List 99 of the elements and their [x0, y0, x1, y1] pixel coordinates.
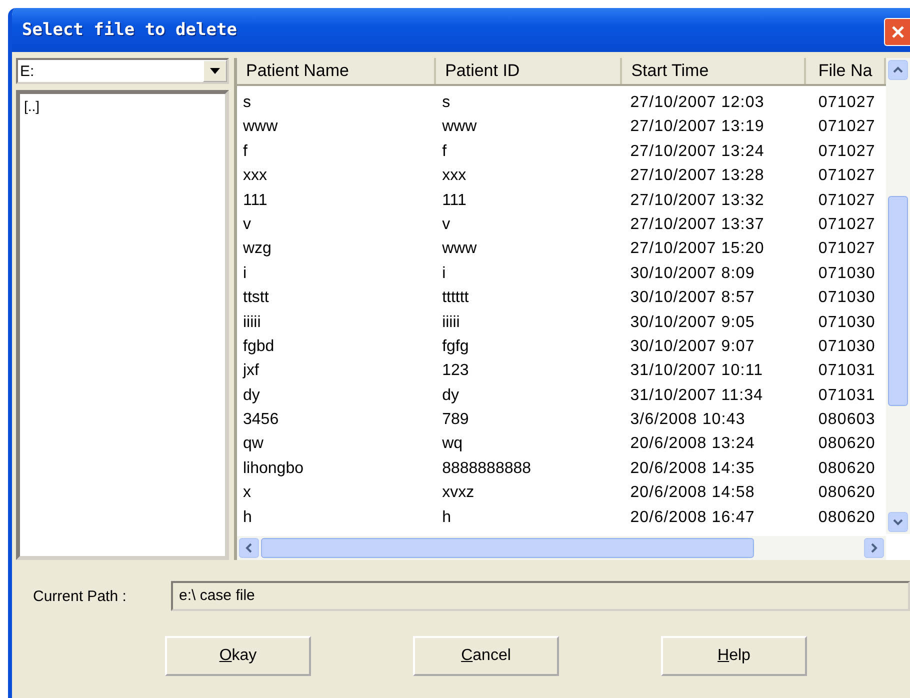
table-cell-text: 071030 — [817, 336, 876, 357]
table-cell-text: 20/6/2008 16:47 — [629, 508, 756, 528]
folder-item[interactable]: [..] — [24, 98, 221, 114]
table-cell-text: 071027 — [817, 142, 876, 162]
table-cell-text: 3456 — [242, 410, 280, 430]
table-cell-text: jxf — [242, 361, 260, 382]
dialog-button[interactable]: Help — [661, 636, 807, 676]
table-cell-text: 3/6/2008 10:43 — [629, 410, 746, 430]
table-cell-text: xxx — [242, 166, 268, 186]
table-cell-text: i — [441, 264, 447, 284]
table-cell-text: 071027 — [817, 166, 876, 186]
table-cell-text: tttttt — [441, 288, 470, 308]
table-cell-text: v — [242, 214, 252, 235]
scroll-thumb[interactable] — [261, 538, 754, 558]
table-cell-text: 071027 — [817, 214, 876, 235]
table-cell-text: 27/10/2007 15:20 — [629, 239, 766, 260]
dialog-button[interactable]: Cancel — [413, 636, 559, 676]
table-cell-text: ttstt — [242, 288, 270, 308]
column-header[interactable]: Start Time — [622, 58, 806, 84]
table-cell-text: dy — [441, 386, 460, 406]
table-cell-text: www — [441, 117, 478, 138]
table-cell-text: 20/6/2008 13:24 — [629, 434, 756, 454]
table-cell-text: xxx — [441, 166, 468, 186]
table-cell-text: 27/10/2007 13:19 — [629, 117, 766, 138]
table-cell-text: f — [242, 142, 248, 162]
scroll-left-button[interactable] — [239, 538, 259, 558]
table-cell-text: 111 — [242, 190, 268, 211]
table-cell-text: 080620 — [817, 458, 876, 479]
table-cell-text: qw — [242, 434, 264, 454]
table-cell-text: fgbd — [242, 336, 276, 357]
table-cell-text: wzg — [242, 239, 272, 260]
vertical-scrollbar[interactable] — [886, 58, 910, 534]
dropdown-button[interactable] — [203, 60, 227, 82]
scroll-up-button[interactable] — [888, 60, 908, 80]
table-cell-text: s — [242, 93, 252, 113]
table-cell-text: wq — [441, 434, 464, 454]
table-cell-text: 111 — [441, 190, 468, 211]
table-cell-text: 071030 — [817, 312, 876, 333]
table-cell-text: 31/10/2007 11:34 — [629, 386, 764, 406]
table-cell-text: 27/10/2007 13:37 — [629, 214, 766, 235]
table-cell-text: v — [441, 214, 452, 235]
dialog-button[interactable]: Okay — [165, 636, 311, 676]
table-cell-text: dy — [242, 386, 261, 406]
window-title: Select file to delete — [22, 20, 237, 40]
table-cell-text: 071031 — [817, 361, 876, 382]
path-field[interactable]: e:\ case file — [171, 581, 910, 611]
table-cell-text: 27/10/2007 13:24 — [629, 142, 766, 162]
table-cell-text: fgfg — [441, 336, 470, 357]
table-cell-text: 27/10/2007 13:28 — [629, 166, 766, 186]
table-cell-text: 30/10/2007 8:09 — [629, 264, 756, 284]
column-header[interactable]: Patient ID — [436, 58, 622, 84]
path-label: Current Path : — [32, 588, 128, 604]
table-cell-text: x — [242, 483, 252, 504]
drive-dropdown[interactable]: E: — [16, 58, 229, 84]
table-cell-text: 071027 — [817, 239, 876, 260]
table-cell-text: 27/10/2007 13:32 — [629, 190, 766, 211]
table-cell-text: 30/10/2007 9:07 — [629, 336, 756, 357]
table-cell-text: 789 — [441, 410, 470, 430]
table-cell-text: 123 — [441, 361, 470, 382]
table-cell-text: www — [441, 239, 478, 260]
table-cell-text: 20/6/2008 14:35 — [629, 458, 756, 479]
table-cell-text: 20/6/2008 14:58 — [629, 483, 756, 504]
table-cell-text: 31/10/2007 10:11 — [629, 361, 764, 382]
caret-icon — [210, 68, 220, 74]
close-button[interactable] — [884, 18, 910, 46]
table-cell-text: www — [242, 117, 279, 138]
table-cell-text: s — [441, 93, 452, 113]
table-cell-text: 071031 — [817, 386, 876, 406]
table-cell-text: 071030 — [817, 264, 876, 284]
table-cell-text: h — [242, 508, 253, 528]
table-cell-text: 080620 — [817, 483, 876, 504]
chevron-left-icon — [245, 543, 253, 553]
table-cell-text: iiiii — [242, 312, 262, 333]
table-cell-text: lihongbo — [242, 458, 304, 479]
table-cell-text: i — [242, 264, 248, 284]
table-cell-text: 071027 — [817, 117, 876, 138]
chevron-up-icon — [893, 66, 903, 74]
chevron-down-icon — [893, 518, 903, 526]
column-header[interactable]: Patient Name — [237, 58, 436, 84]
table-cell-text: xvxz — [441, 483, 476, 504]
table-cell-text: h — [441, 508, 452, 528]
table-cell-text: 071027 — [817, 93, 876, 113]
table-cell-text: 080620 — [817, 508, 876, 528]
table-cell-text: 080620 — [817, 434, 876, 454]
table-cell-text: 27/10/2007 12:03 — [629, 93, 766, 113]
table-cell-text: iiiii — [441, 312, 461, 333]
scroll-down-button[interactable] — [888, 512, 908, 532]
scroll-right-button[interactable] — [864, 538, 884, 558]
table-cell-text: 071030 — [817, 288, 876, 308]
chevron-right-icon — [870, 543, 878, 553]
horizontal-scrollbar[interactable] — [237, 536, 886, 560]
table-cell-text: 071027 — [817, 190, 876, 211]
table-cell-text: f — [441, 142, 448, 162]
table-cell-text: 30/10/2007 9:05 — [629, 312, 756, 333]
scroll-thumb[interactable] — [888, 196, 908, 406]
table-cell-text: 8888888888 — [441, 458, 532, 479]
table-cell-text: 080603 — [817, 410, 876, 430]
table-cell-text: 30/10/2007 8:57 — [629, 288, 756, 308]
close-icon — [890, 24, 906, 40]
